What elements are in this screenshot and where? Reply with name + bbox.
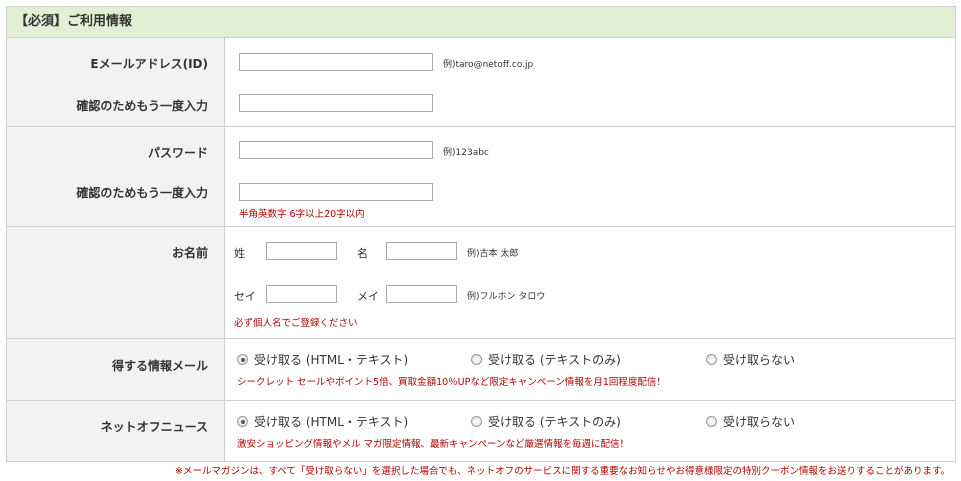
sei-label: 姓 xyxy=(234,247,245,260)
password-input[interactable] xyxy=(239,141,433,159)
netoff-news-note: 激安ショッピング情報やメル マガ限定情報、最新キャンペーンなど厳選情報を毎週に配… xyxy=(237,439,630,450)
page: 【必須】ご利用情報 Eメールアドレス(ID) 確認のためもう一度入力 例)tar… xyxy=(0,0,961,481)
password-confirm-input[interactable] xyxy=(239,183,433,201)
mei-kana-input[interactable] xyxy=(386,285,457,303)
newsletter-label: 得する情報メール xyxy=(111,359,208,373)
name-row: お名前 姓 名 例)古本 太郎 セイ メイ 例)フルホン タロウ 必ず個人名でご… xyxy=(7,227,955,339)
email-row: Eメールアドレス(ID) 確認のためもう一度入力 例)taro@netoff.c… xyxy=(7,38,955,127)
newsletter-note: シークレット セールやポイント5倍、買取金額10％UPなど限定キャンペーン情報を… xyxy=(237,377,666,388)
sei-kana-input[interactable] xyxy=(266,285,337,303)
mei-label: 名 xyxy=(357,247,368,260)
password-confirm-label: 確認のためもう一度入力 xyxy=(76,186,208,200)
sei-input[interactable] xyxy=(266,242,337,260)
email-confirm-label: 確認のためもう一度入力 xyxy=(76,99,208,113)
newsletter-option-html[interactable]: 受け取る (HTML・テキスト) xyxy=(237,351,408,368)
radio-checked-icon[interactable] xyxy=(237,354,248,365)
section-header: 【必須】ご利用情報 xyxy=(7,7,955,38)
password-example: 例)123abc xyxy=(443,148,489,158)
password-row: パスワード 確認のためもう一度入力 例)123abc 半角英数字 6字以上20字… xyxy=(7,127,955,227)
email-example: 例)taro@netoff.co.jp xyxy=(443,60,534,70)
netoff-news-option-none[interactable]: 受け取らない xyxy=(706,413,795,430)
netoff-news-row: ネットオフニュース 受け取る (HTML・テキスト) 受け取る (テキストのみ)… xyxy=(7,401,955,461)
radio-unchecked-icon[interactable] xyxy=(706,354,717,365)
sei-kana-label: セイ xyxy=(234,290,256,303)
netoff-news-option-text[interactable]: 受け取る (テキストのみ) xyxy=(471,413,621,430)
password-hint: 半角英数字 6字以上20字以内 xyxy=(239,209,365,220)
newsletter-row: 得する情報メール 受け取る (HTML・テキスト) 受け取る (テキストのみ) … xyxy=(7,339,955,401)
radio-unchecked-icon[interactable] xyxy=(471,354,482,365)
radio-unchecked-icon[interactable] xyxy=(471,416,482,427)
newsletter-option-text[interactable]: 受け取る (テキストのみ) xyxy=(471,351,621,368)
password-label: パスワード xyxy=(147,146,208,160)
name-example: 例)古本 太郎 xyxy=(467,249,519,259)
footer-note: ※メールマガジンは、すべて「受け取らない」を選択した場合でも、ネットオフのサービ… xyxy=(175,466,950,477)
name-label: お名前 xyxy=(171,246,208,260)
newsletter-option-none[interactable]: 受け取らない xyxy=(706,351,795,368)
email-label: Eメールアドレス(ID) xyxy=(90,57,208,71)
netoff-news-label: ネットオフニュース xyxy=(100,420,208,434)
email-input[interactable] xyxy=(239,53,433,71)
registration-form: 【必須】ご利用情報 Eメールアドレス(ID) 確認のためもう一度入力 例)tar… xyxy=(6,6,956,462)
radio-unchecked-icon[interactable] xyxy=(706,416,717,427)
mei-kana-label: メイ xyxy=(357,290,379,303)
radio-checked-icon[interactable] xyxy=(237,416,248,427)
email-confirm-input[interactable] xyxy=(239,94,433,112)
name-kana-example: 例)フルホン タロウ xyxy=(467,292,546,302)
mei-input[interactable] xyxy=(386,242,457,260)
name-note: 必ず個人名でご登録ください xyxy=(234,318,358,329)
netoff-news-option-html[interactable]: 受け取る (HTML・テキスト) xyxy=(237,413,408,430)
